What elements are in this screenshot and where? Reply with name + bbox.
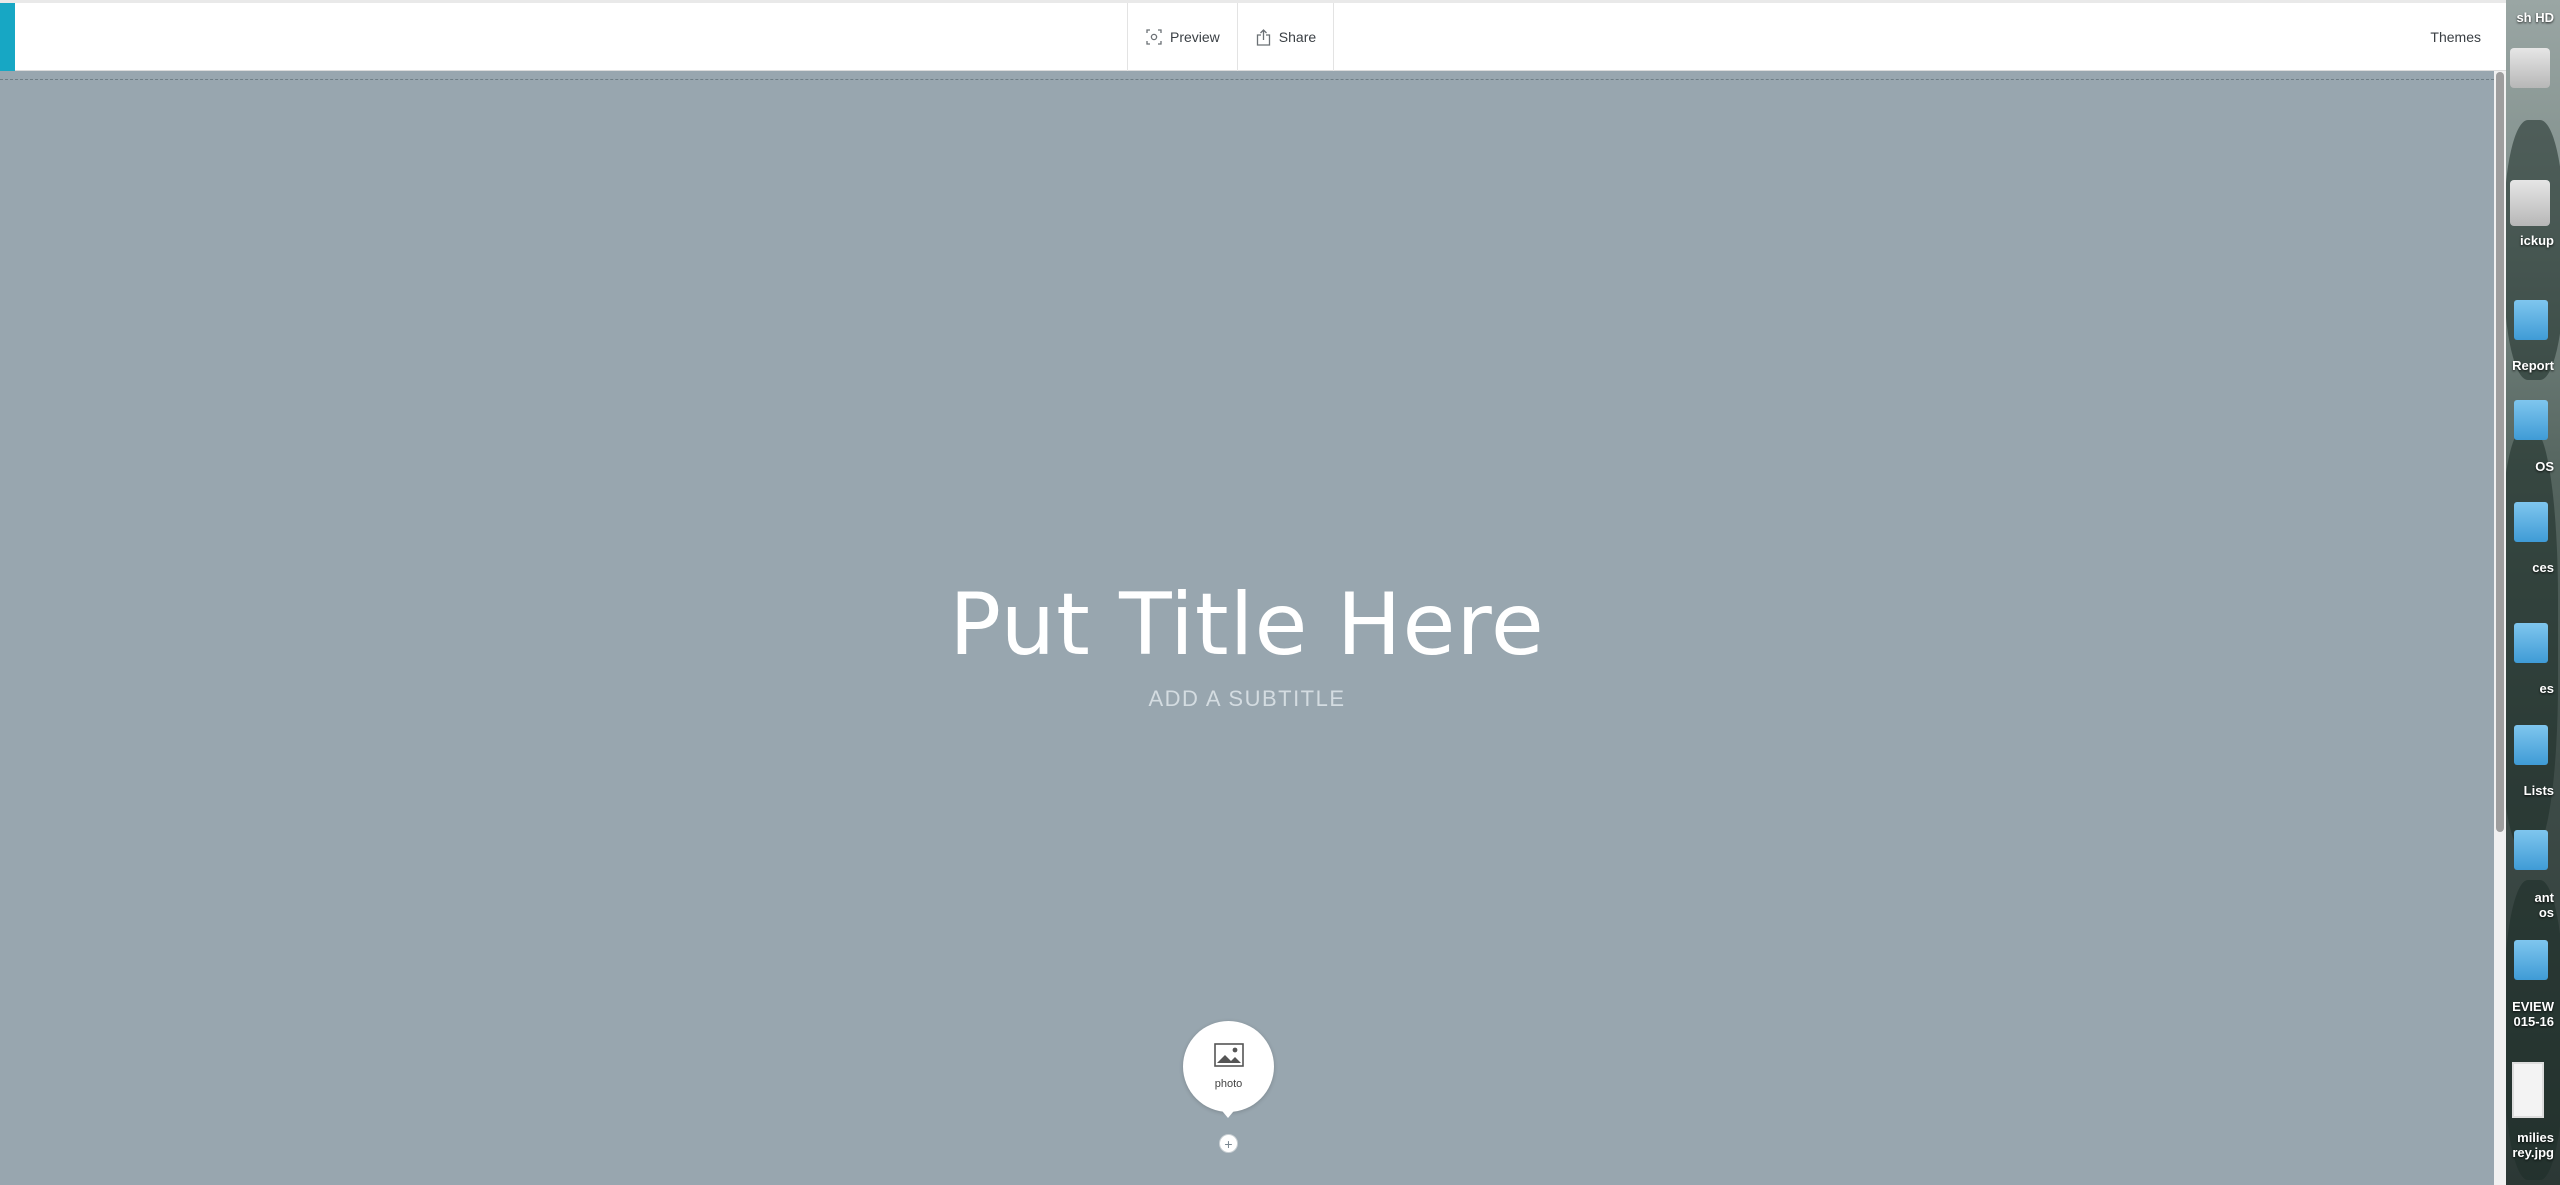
drive-icon — [2510, 48, 2550, 88]
preview-icon — [1146, 29, 1162, 45]
folder-icon — [2514, 300, 2548, 340]
folder-icon — [2514, 623, 2548, 663]
drive-icon — [2510, 180, 2550, 226]
scrollbar-thumb[interactable] — [2496, 72, 2504, 832]
folder-icon — [2514, 940, 2548, 980]
page-subtitle[interactable]: ADD A SUBTITLE — [0, 686, 2494, 712]
editor-window: Preview Share Themes Put Title Here ADD … — [0, 0, 2506, 1185]
share-label: Share — [1278, 29, 1317, 45]
folder-icon — [2514, 502, 2548, 542]
toolbar-actions: Preview Share — [1127, 3, 1335, 71]
folder-icon — [2514, 725, 2548, 765]
folder-icon — [2514, 400, 2548, 440]
preview-label: Preview — [1170, 29, 1220, 45]
image-file-icon — [2512, 1062, 2544, 1118]
add-photo-button[interactable]: photo — [1183, 1021, 1274, 1118]
title-section: Put Title Here ADD A SUBTITLE — [0, 570, 2494, 712]
section-divider — [0, 79, 2494, 80]
photo-label: photo — [1214, 1078, 1243, 1090]
plus-icon: + — [1224, 1135, 1233, 1152]
image-icon — [1213, 1043, 1244, 1072]
folder-icon — [2514, 830, 2548, 870]
add-block-button[interactable]: + — [1219, 1134, 1238, 1153]
themes-button[interactable]: Themes — [2430, 3, 2481, 71]
share-icon — [1256, 28, 1271, 46]
share-button[interactable]: Share — [1238, 3, 1335, 71]
page-title[interactable]: Put Title Here — [0, 570, 2494, 680]
sidebar-toggle-tab[interactable] — [0, 3, 15, 71]
preview-button[interactable]: Preview — [1128, 3, 1238, 71]
